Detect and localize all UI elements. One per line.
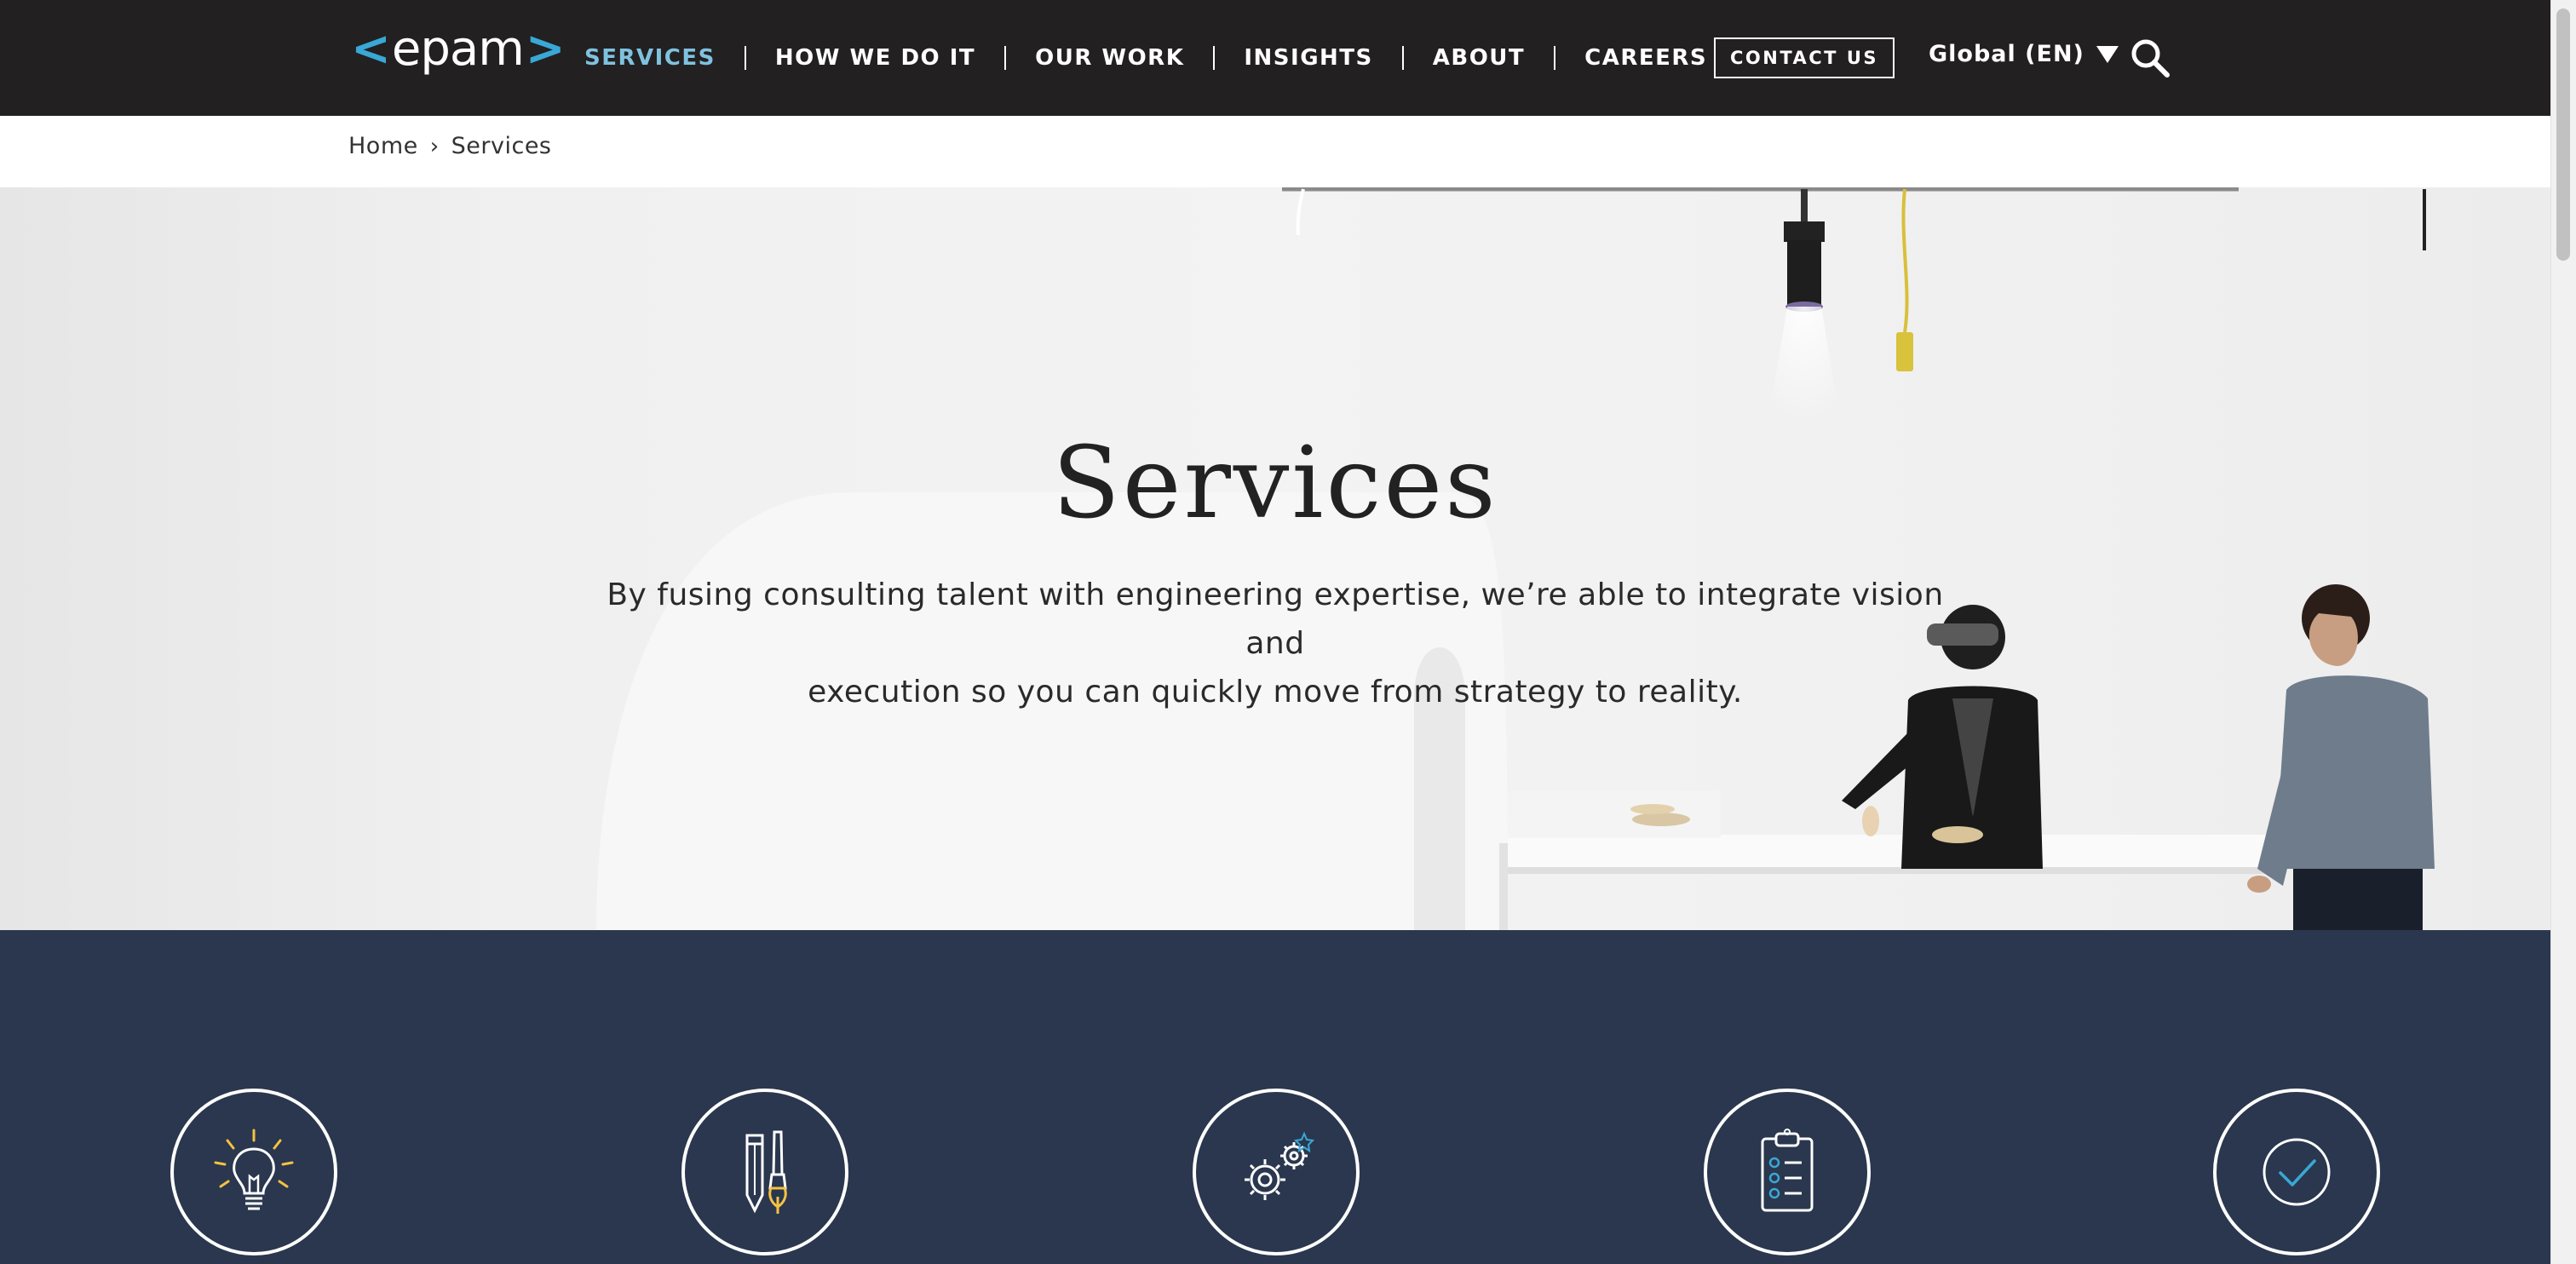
breadcrumb-chevron-icon: › <box>429 133 440 159</box>
nav-divider <box>1401 46 1404 70</box>
site-header: < epam > SERVICES HOW WE DO IT OUR WORK … <box>0 0 2550 116</box>
search-icon[interactable] <box>2130 37 2171 78</box>
hero-subtitle: By fusing consulting talent with enginee… <box>596 571 1954 716</box>
nav-item-about[interactable]: ABOUT <box>1433 45 1525 71</box>
logo-text: epam <box>391 21 525 77</box>
checkmark-circle-icon <box>2263 1138 2331 1206</box>
language-label: Global (EN) <box>1929 41 2084 67</box>
breadcrumb-current: Services <box>451 133 552 159</box>
breadcrumb: Home › Services <box>348 133 552 159</box>
service-card-operations[interactable] <box>1704 1089 1871 1255</box>
nav-item-careers[interactable]: CAREERS <box>1584 45 1707 71</box>
clipboard-checklist-icon <box>1761 1129 1814 1212</box>
nav-item-services[interactable]: SERVICES <box>584 45 716 71</box>
service-card-design[interactable] <box>681 1089 848 1255</box>
nav-divider <box>1004 46 1007 70</box>
hero-banner: Services By fusing consulting talent wit… <box>0 187 2550 930</box>
scrollbar-thumb[interactable] <box>2556 9 2570 261</box>
main-nav: SERVICES HOW WE DO IT OUR WORK INSIGHTS … <box>584 0 1707 116</box>
pencil-brush-icon <box>745 1130 787 1214</box>
epam-logo[interactable]: < epam > <box>351 21 566 77</box>
hero-subtitle-line-1: By fusing consulting talent with enginee… <box>607 577 1944 661</box>
page-title: Services <box>1052 426 1498 541</box>
hero-background-photo <box>596 187 2435 930</box>
logo-left-bracket: < <box>351 21 391 77</box>
gears-icon <box>1245 1131 1315 1200</box>
nav-divider <box>744 46 746 70</box>
caret-down-icon <box>2096 45 2119 63</box>
service-card-engineering[interactable] <box>1193 1089 1360 1255</box>
contact-us-button[interactable]: CONTACT US <box>1714 37 1895 78</box>
nav-item-our-work[interactable]: OUR WORK <box>1035 45 1184 71</box>
nav-item-insights[interactable]: INSIGHTS <box>1244 45 1372 71</box>
services-icon-band <box>0 930 2550 1264</box>
service-card-consult[interactable] <box>170 1089 337 1255</box>
hero-subtitle-line-2: execution so you can quickly move from s… <box>808 675 1743 710</box>
service-card-optimize[interactable] <box>2213 1089 2380 1255</box>
breadcrumb-home-link[interactable]: Home <box>348 133 418 159</box>
language-selector[interactable]: Global (EN) <box>1929 41 2119 67</box>
lightbulb-icon <box>214 1129 294 1210</box>
nav-divider <box>1554 46 1556 70</box>
page-scrollbar[interactable] <box>2550 0 2576 1264</box>
logo-right-bracket: > <box>525 21 566 77</box>
nav-item-how-we-do-it[interactable]: HOW WE DO IT <box>775 45 975 71</box>
nav-divider <box>1213 46 1216 70</box>
